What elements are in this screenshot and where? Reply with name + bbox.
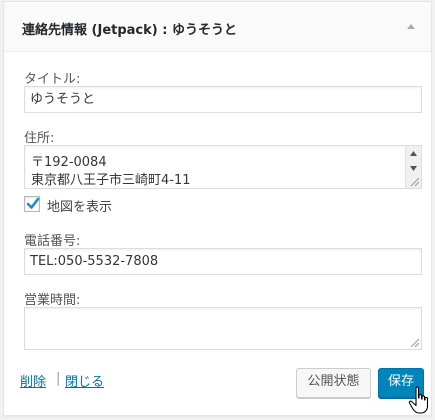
contact-info-widget: 連絡先情報 (Jetpack) : ゆうそうと タイトル: ゆうそうと 住所: …: [3, 1, 432, 416]
scroll-down-button[interactable]: [406, 161, 421, 176]
action-separator: |: [56, 371, 61, 386]
show-map-label: 地図を表示: [47, 200, 113, 215]
address-label: 住所:: [24, 131, 55, 146]
address-line-1: 〒192-0084: [31, 155, 107, 170]
hand-pointer-cursor-icon: [408, 386, 429, 414]
address-textarea[interactable]: 〒192-0084 東京都八王子市三崎町4-11: [24, 145, 422, 189]
title-input-value: ゆうそうと: [30, 92, 96, 107]
scroll-up-button[interactable]: [406, 146, 421, 161]
checkmark-icon: [26, 197, 40, 209]
title-label: タイトル:: [24, 72, 81, 87]
hours-label: 営業時間:: [24, 293, 81, 308]
arrow-up-icon: [407, 24, 415, 29]
phone-label: 電話番号:: [24, 234, 81, 249]
resize-grip-icon[interactable]: [408, 175, 420, 187]
widget-title-suffix: : ゆうそうと: [162, 23, 237, 38]
widget-title-jetpack: (Jetpack): [91, 23, 158, 38]
resize-grip-icon[interactable]: [408, 336, 420, 348]
address-line-2: 東京都八王子市三崎町4-11: [31, 173, 191, 188]
show-map-checkbox[interactable]: [24, 196, 40, 212]
phone-input-value: TEL:050-5532-7808: [30, 254, 159, 269]
title-input[interactable]: ゆうそうと: [24, 86, 422, 113]
widget-title-prefix: 連絡先情報: [22, 23, 88, 38]
scroll-up-icon: [410, 151, 417, 156]
collapse-toggle-button[interactable]: [401, 20, 421, 36]
hours-textarea[interactable]: [24, 307, 422, 350]
scroll-down-icon: [410, 166, 417, 171]
widget-title: 連絡先情報 (Jetpack) : ゆうそうと: [22, 19, 237, 38]
phone-input[interactable]: TEL:050-5532-7808: [24, 248, 422, 275]
delete-link[interactable]: 削除: [20, 371, 46, 390]
close-link[interactable]: 閉じる: [65, 371, 104, 390]
visibility-button[interactable]: 公開状態: [296, 368, 371, 398]
widget-header[interactable]: 連絡先情報 (Jetpack) : ゆうそうと: [4, 2, 431, 52]
